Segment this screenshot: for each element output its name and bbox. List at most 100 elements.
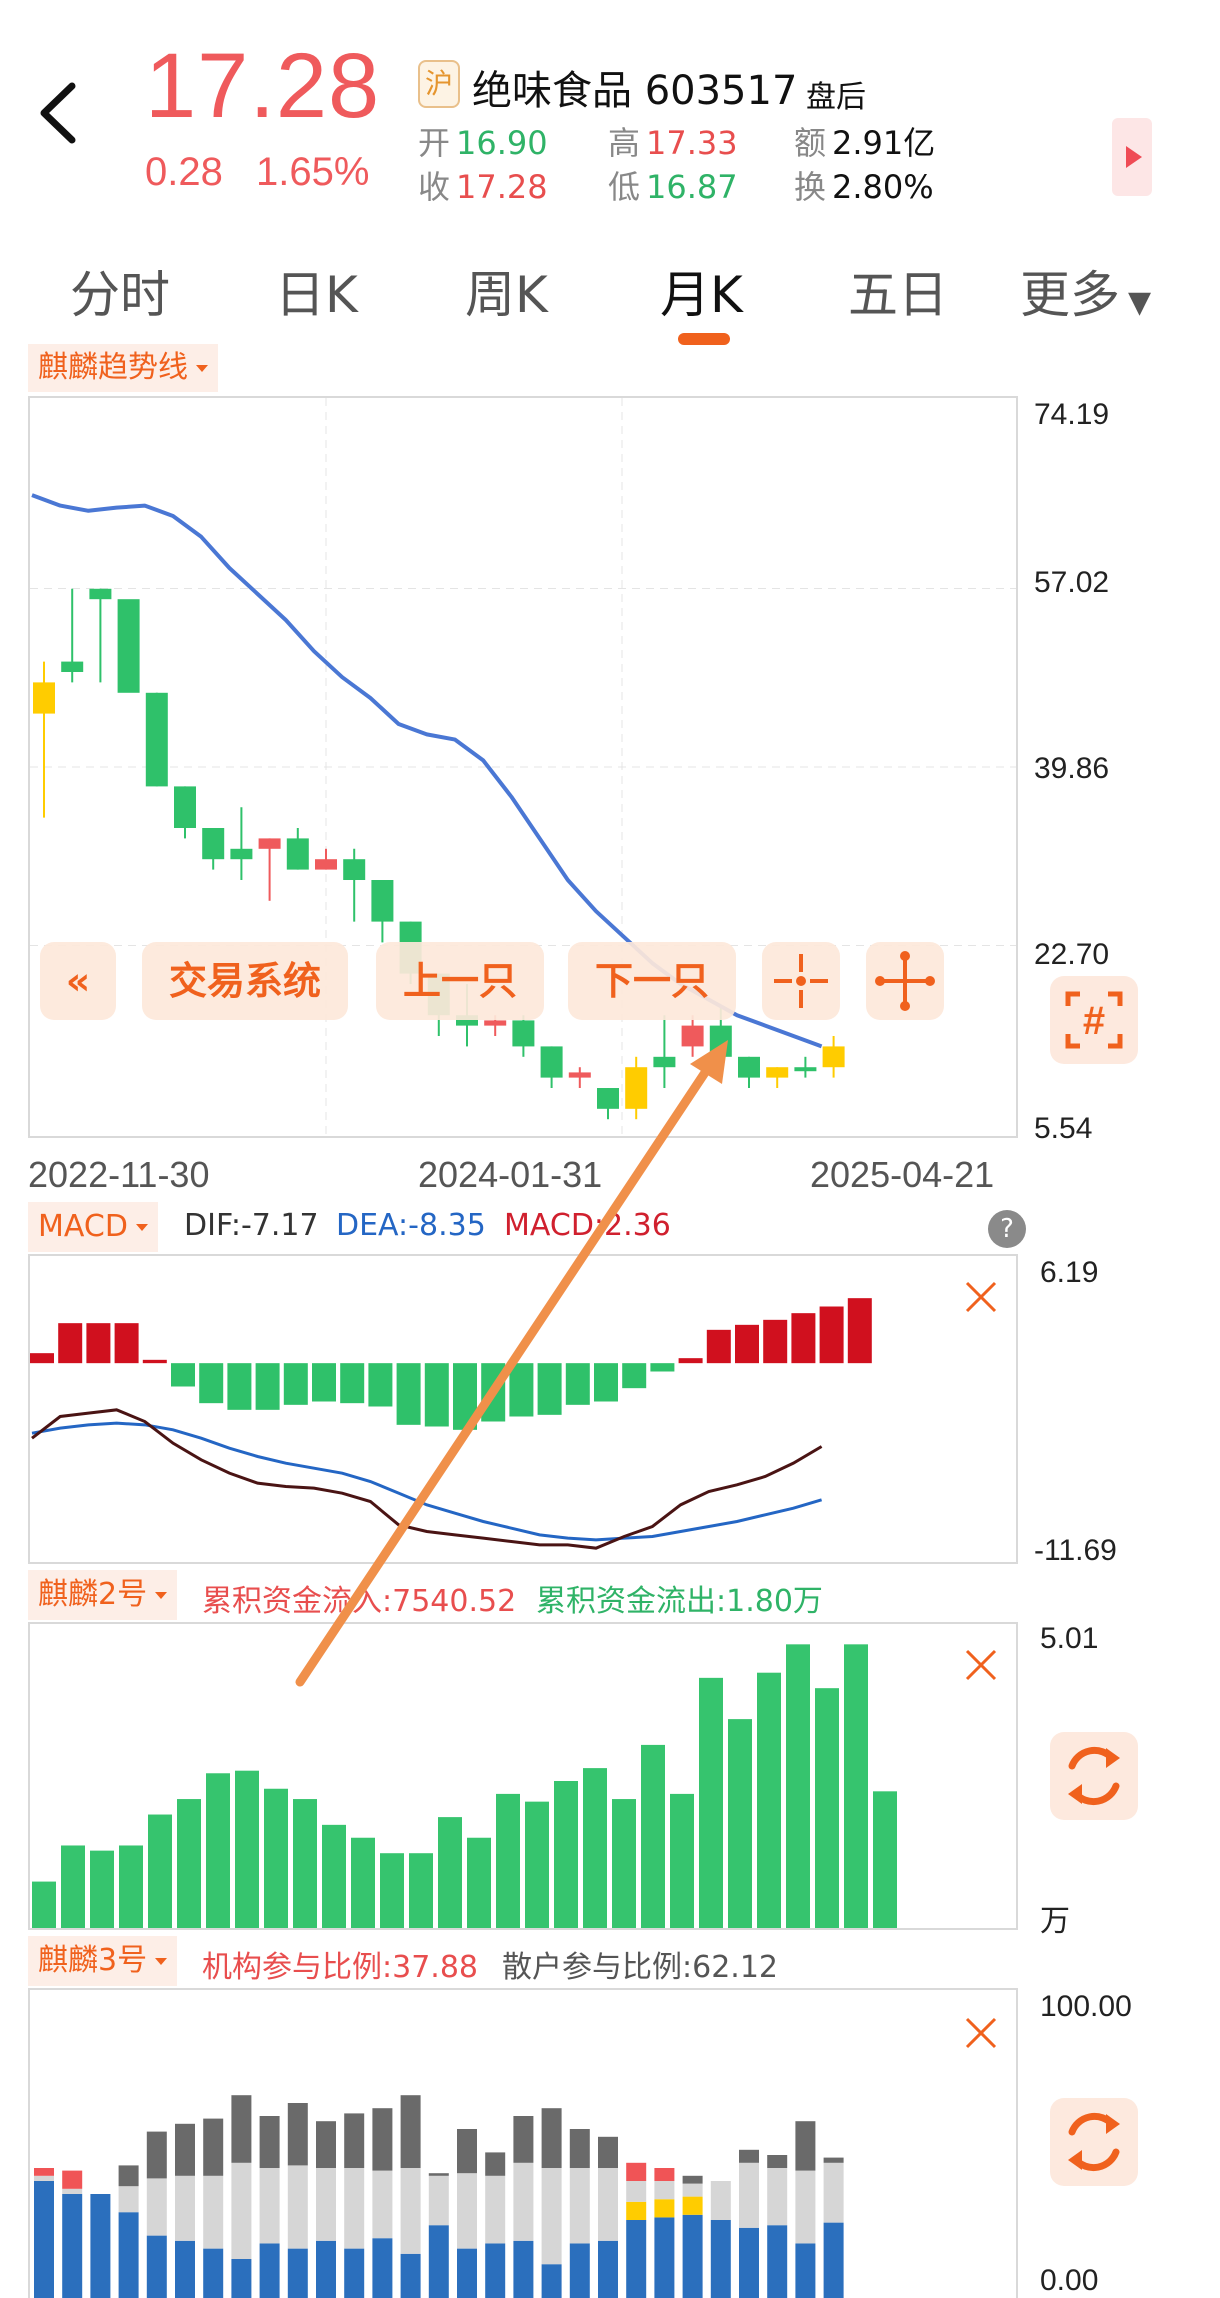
inflow-bar [815,1688,839,1928]
institution-bar [710,2220,731,2298]
tab-more[interactable]: 更多 ▼ [1020,255,1151,327]
retail-bar [626,2181,647,2202]
dark-bar [598,2136,618,2168]
macd-bar [171,1363,195,1387]
inflow-bar [351,1837,375,1928]
after-hours-label: 盘后 [806,80,866,115]
qilin3-institution: 机构参与比例:37.88 [202,1950,478,1985]
main-axis-label: 74.19 [1034,398,1110,431]
macd-panel[interactable] [28,1254,1018,1564]
refresh-icon [1068,1746,1120,1806]
expand-button[interactable] [1112,118,1152,196]
red-bar [654,2168,675,2181]
candle-body [484,1020,507,1026]
macd-chart [30,1298,872,1550]
macd-bar [594,1363,618,1402]
refresh-button[interactable] [1050,1732,1138,1820]
macd-bar [650,1363,675,1372]
prev-page-button[interactable]: « [40,942,116,1020]
inflow-bar [670,1793,694,1928]
macd-bar [114,1323,139,1364]
qilin3-indicator-selector[interactable]: 麒麟3号 [28,1936,178,1986]
dark-bar [231,2095,252,2163]
candle-body [258,838,281,849]
stat-high: 高 17.33 [608,124,738,162]
retail-bar [795,2170,816,2244]
tab-daily-k[interactable]: 日K [275,255,358,327]
candle-body [117,599,140,693]
close-icon[interactable] [964,2016,998,2050]
qilin3-panel[interactable] [28,1988,1018,2298]
macd-value: MACD:2.36 [504,1208,671,1243]
institution-bar [513,2240,534,2298]
back-arrow-icon[interactable] [34,78,84,148]
candle-body [512,1020,535,1047]
close-icon[interactable] [964,1280,998,1314]
institution-bar [654,2217,675,2298]
retail-bar [485,2175,506,2244]
dark-bar [739,2149,759,2163]
institution-bar [739,2227,759,2298]
qilin2-panel[interactable] [28,1622,1018,1930]
dark-bar [513,2116,534,2163]
retail-bar [598,2168,618,2241]
retail-bar [34,2175,54,2181]
refresh-icon [1068,2112,1120,2172]
main-axis-label: 57.02 [1034,566,1110,599]
institution-bar [485,2243,506,2298]
macd-bar [819,1306,844,1364]
qilin2-indicator-selector[interactable]: 麒麟2号 [28,1570,178,1620]
dea-line [31,1421,823,1542]
change-percent: 1.65% [255,150,370,194]
macd-bar [283,1363,308,1405]
institution-bar [428,2225,449,2298]
candle-body [568,1072,591,1078]
tab-intraday[interactable]: 分时 [70,255,170,327]
retail-bar [569,2168,590,2244]
retail-bar [62,2188,83,2194]
stat-turnover: 换 2.80% [794,168,934,206]
crosshair-button[interactable] [762,942,840,1020]
change-amount: 0.28 [145,150,223,194]
inflow-bar [90,1850,114,1928]
qilin3-axis-label: 0.00 [1040,2264,1099,2297]
inflow-bar [612,1799,636,1928]
macd-bar [847,1298,872,1364]
qilin2-unit-label: 万 [1040,1905,1070,1938]
close-icon[interactable] [964,1648,998,1682]
help-question-icon[interactable]: ? [988,1210,1026,1248]
prev-stock-button[interactable]: 上一只 [376,942,544,1020]
trade-system-button[interactable]: 交易系统 [142,942,348,1020]
institution-bar [118,2212,139,2298]
macd-bar [706,1329,731,1364]
macd-indicator-selector[interactable]: MACD [28,1202,158,1252]
refresh-button[interactable] [1050,2098,1138,2186]
macd-axis-label: 6.19 [1040,1256,1099,1289]
next-stock-button[interactable]: 下一只 [568,942,736,1020]
tab-five-day[interactable]: 五日 [848,255,948,327]
caret-icon [155,1958,168,1965]
inflow-bar [409,1853,433,1928]
grid-hash-button[interactable]: # [1050,976,1138,1064]
retail-bar [767,2168,788,2226]
dark-bar [541,2108,562,2168]
tab-weekly-k[interactable]: 周K [465,255,548,327]
institution-bar [287,2248,308,2298]
macd-axis-label: -11.69 [1034,1534,1117,1567]
institution-bar [457,2248,477,2298]
main-indicator-selector[interactable]: 麒麟趋势线 [28,344,218,392]
candle-body [61,661,84,672]
macd-bar [424,1363,449,1427]
stock-name: 绝味食品 603517 [472,68,798,114]
move-cursor-button[interactable] [866,942,944,1020]
retail-bar [682,2183,703,2197]
yellow-bar [654,2199,675,2218]
candle-body [738,1056,760,1078]
main-chart-panel[interactable] [28,396,1018,1138]
inflow-bar [148,1814,172,1928]
candle-body [681,1025,704,1047]
retail-bar [457,2173,477,2249]
macd-bar [509,1363,534,1417]
tab-monthly-k[interactable]: 月K [660,255,743,327]
main-axis-label: 39.86 [1034,752,1110,785]
